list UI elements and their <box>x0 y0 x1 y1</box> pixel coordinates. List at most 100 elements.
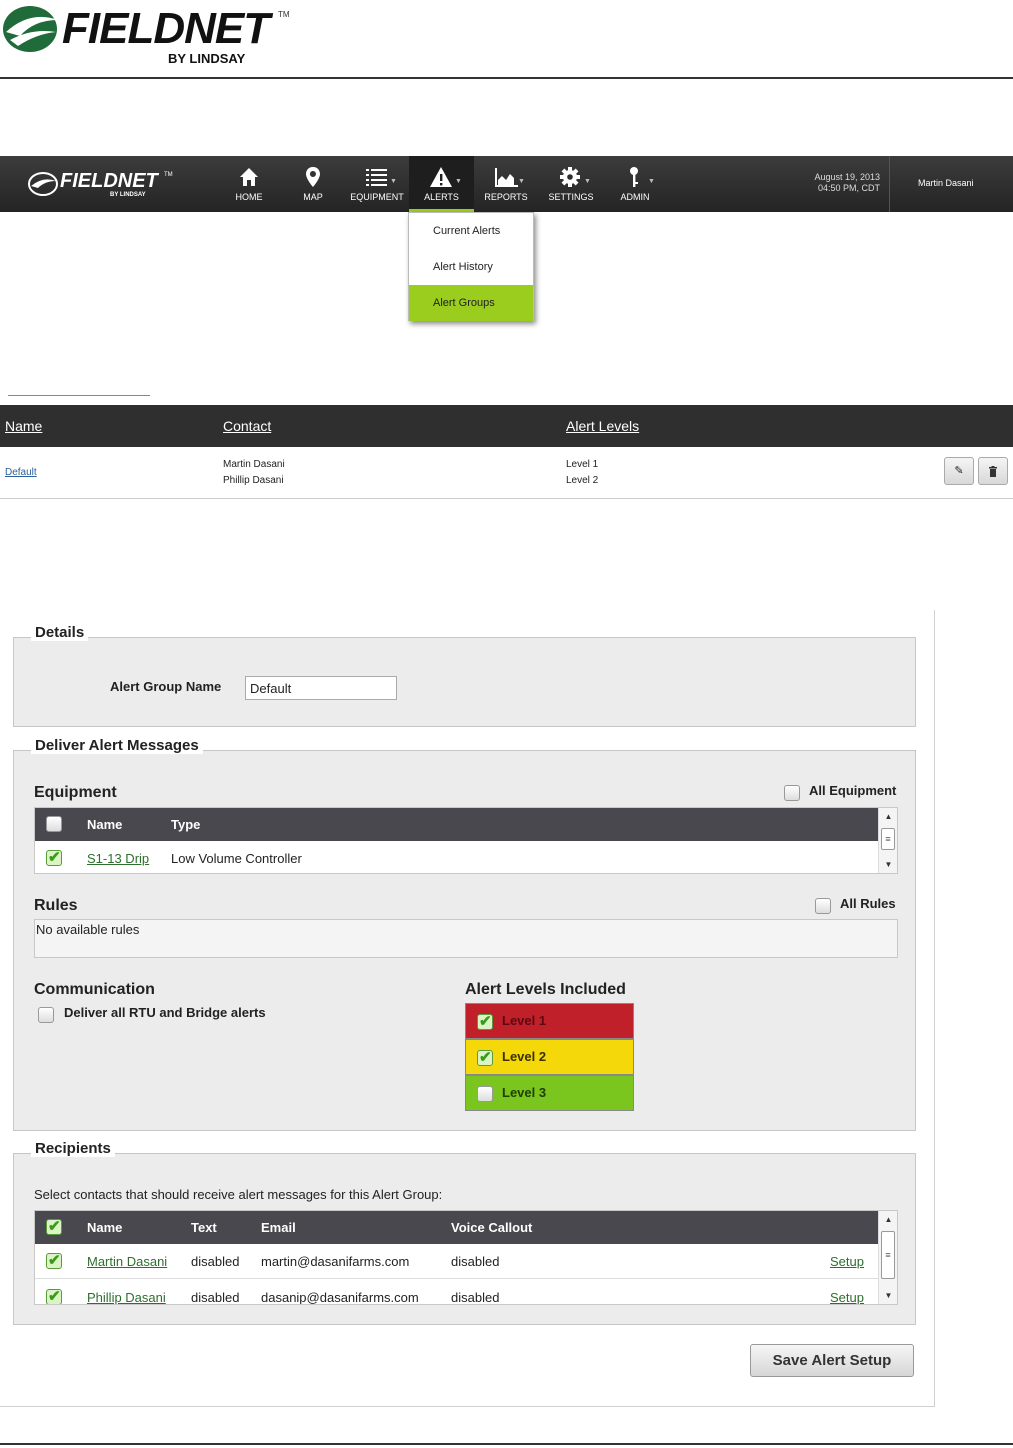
home-icon <box>240 168 258 186</box>
logo-wordmark: FIELDNET <box>62 4 270 53</box>
nav-map-label: MAP <box>303 192 323 202</box>
level-1-label: Level 1 <box>502 1013 547 1028</box>
fieldnet-logo: FIELDNET TM BY LINDSAY <box>0 0 300 70</box>
group-name-link[interactable]: Default <box>5 467 37 478</box>
header-divider <box>0 77 1013 79</box>
rules-empty-text: No available rules <box>36 922 140 937</box>
column-header-voice-callout[interactable]: Voice Callout <box>451 1220 532 1235</box>
equipment-row-checkbox[interactable] <box>46 848 62 866</box>
navbar-logo-subtitle: BY LINDSAY <box>110 192 146 198</box>
column-header-type[interactable]: Type <box>171 817 200 832</box>
nav-equipment[interactable]: ▼ EQUIPMENT <box>346 156 408 212</box>
nav-admin[interactable]: ▼ ADMIN <box>612 156 658 212</box>
column-header-name[interactable]: Name <box>87 1220 122 1235</box>
navbar-divider <box>889 156 890 212</box>
navbar-logo[interactable]: FIELDNET TM BY LINDSAY <box>28 170 178 200</box>
nav-reports[interactable]: ▼ REPORTS <box>480 156 532 212</box>
navbar-logo-wordmark: FIELDNET <box>60 170 158 192</box>
alert-group-name-input[interactable]: Default <box>245 676 397 700</box>
menu-item-current-alerts[interactable]: Current Alerts <box>409 213 533 249</box>
communication-heading: Communication <box>34 981 155 998</box>
edit-button[interactable]: ✎ <box>944 457 974 485</box>
recipients-section: Recipients Select contacts that should r… <box>13 1140 916 1325</box>
scroll-down-icon[interactable]: ▼ <box>879 860 897 869</box>
recipient-row-checkbox[interactable] <box>46 1251 62 1269</box>
contact-name: Phillip Dasani <box>223 475 284 486</box>
user-menu[interactable]: Martin Dasani <box>918 178 974 188</box>
recipient-email: dasanip@dasanifarms.com <box>261 1290 419 1305</box>
equipment-name-link[interactable]: S1-13 Drip <box>87 851 149 866</box>
level-3-checkbox[interactable] <box>477 1086 493 1102</box>
all-rules-checkbox[interactable] <box>815 898 831 914</box>
scroll-up-icon[interactable]: ▲ <box>879 1215 897 1224</box>
level-1-option[interactable]: Level 1 <box>465 1003 634 1039</box>
navbar-time: 04:50 PM, CDT <box>817 183 880 193</box>
recipient-name-link[interactable]: Martin Dasani <box>87 1254 167 1269</box>
rules-heading: Rules <box>34 897 78 914</box>
recipients-table-header: Name Text Email Voice Callout <box>35 1211 879 1244</box>
column-header-name[interactable]: Name <box>87 817 122 832</box>
logo-trademark: TM <box>278 10 290 19</box>
delete-button[interactable] <box>978 457 1008 485</box>
chevron-down-icon: ▼ <box>584 178 591 185</box>
footer-divider <box>0 1443 1013 1445</box>
level-2-checkbox[interactable] <box>477 1048 493 1066</box>
nav-map[interactable]: MAP <box>290 156 336 212</box>
scroll-thumb[interactable]: ≡ <box>881 1231 895 1279</box>
nav-settings[interactable]: ▼ SETTINGS <box>544 156 598 212</box>
all-equipment-checkbox[interactable] <box>784 785 800 801</box>
chevron-down-icon: ▼ <box>455 178 462 185</box>
nav-alerts[interactable]: ▼ ALERTS <box>409 156 474 212</box>
chevron-down-icon: ▼ <box>390 178 397 185</box>
level-3-option[interactable]: Level 3 <box>465 1075 634 1111</box>
save-alert-setup-button[interactable]: Save Alert Setup <box>750 1344 914 1377</box>
recipient-text-status: disabled <box>191 1254 240 1269</box>
table-row: Martin Dasani disabled martin@dasanifarm… <box>35 1244 879 1279</box>
menu-item-alert-groups[interactable]: Alert Groups <box>409 285 533 321</box>
chevron-down-icon: ▼ <box>518 178 525 185</box>
fieldnet-swoosh-icon <box>3 6 58 52</box>
column-header-contact[interactable]: Contact <box>223 418 271 434</box>
equipment-type: Low Volume Controller <box>171 851 302 866</box>
nav-admin-label: ADMIN <box>620 192 650 202</box>
nav-home-label: HOME <box>235 192 263 202</box>
alert-group-name-label: Alert Group Name <box>110 679 222 694</box>
table-row: Phillip Dasani disabled dasanip@dasanifa… <box>35 1280 879 1305</box>
nav-home[interactable]: HOME <box>226 156 272 212</box>
recipients-scrollbar[interactable]: ▲ ≡ ▼ <box>878 1211 897 1304</box>
warning-icon <box>430 167 452 187</box>
trash-icon <box>989 466 997 477</box>
navbar-logo-trademark: TM <box>164 172 173 178</box>
column-header-email[interactable]: Email <box>261 1220 296 1235</box>
column-header-alert-levels[interactable]: Alert Levels <box>566 418 639 434</box>
scroll-thumb[interactable]: ≡ <box>881 828 895 850</box>
recipient-voice-status: disabled <box>451 1254 500 1269</box>
recipient-setup-link[interactable]: Setup <box>830 1254 864 1269</box>
navbar-date: August 19, 2013 <box>814 172 880 182</box>
nav-alerts-label: ALERTS <box>424 192 459 202</box>
level-1-checkbox[interactable] <box>477 1012 493 1030</box>
recipient-voice-status: disabled <box>451 1290 500 1305</box>
column-header-name[interactable]: Name <box>5 418 42 434</box>
recipient-setup-link[interactable]: Setup <box>830 1290 864 1304</box>
equipment-scrollbar[interactable]: ▲ ≡ ▼ <box>878 808 897 873</box>
deliver-legend: Deliver Alert Messages <box>31 737 203 754</box>
select-all-recipients-checkbox[interactable] <box>46 1217 62 1235</box>
level-2-option[interactable]: Level 2 <box>465 1039 634 1075</box>
column-header-text[interactable]: Text <box>191 1220 217 1235</box>
chevron-down-icon: ▼ <box>648 178 655 185</box>
deliver-rtu-bridge-checkbox[interactable] <box>38 1007 54 1023</box>
recipients-table: Name Text Email Voice Callout Martin Das… <box>34 1210 898 1305</box>
deliver-rtu-bridge-label: Deliver all RTU and Bridge alerts <box>64 1005 266 1020</box>
logo-subtitle: BY LINDSAY <box>168 51 246 66</box>
level-name: Level 1 <box>566 459 599 470</box>
scroll-down-icon[interactable]: ▼ <box>879 1291 897 1300</box>
scroll-up-icon[interactable]: ▲ <box>879 812 897 821</box>
pencil-icon: ✎ <box>954 465 964 477</box>
menu-item-alert-history[interactable]: Alert History <box>409 249 533 285</box>
recipient-name-link[interactable]: Phillip Dasani <box>87 1290 166 1304</box>
recipient-row-checkbox[interactable] <box>46 1287 62 1304</box>
select-all-equipment-checkbox[interactable] <box>46 816 62 832</box>
alert-levels-heading: Alert Levels Included <box>465 981 626 998</box>
rules-box: No available rules <box>34 919 898 958</box>
